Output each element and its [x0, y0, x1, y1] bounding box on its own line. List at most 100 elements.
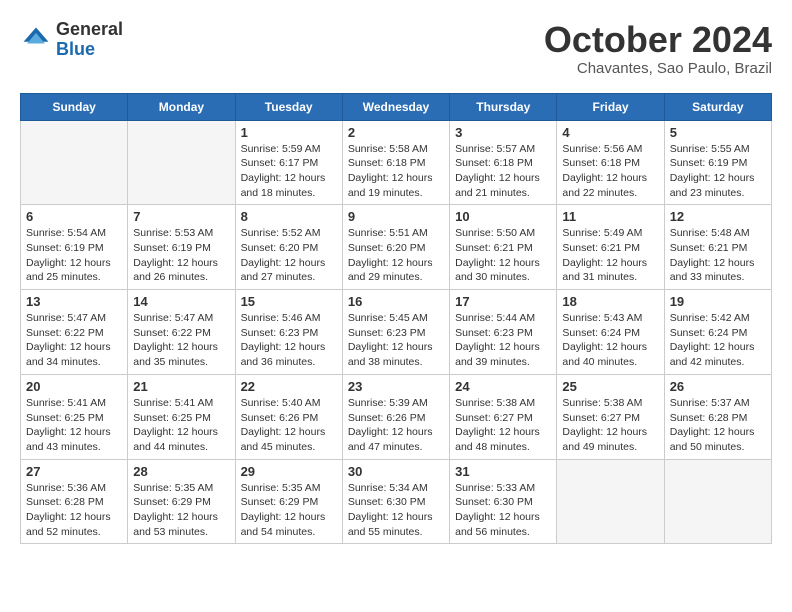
- location: Chavantes, Sao Paulo, Brazil: [544, 60, 772, 77]
- column-header-sunday: Sunday: [21, 93, 128, 120]
- day-info: Sunrise: 5:57 AM Sunset: 6:18 PM Dayligh…: [455, 142, 551, 201]
- day-info: Sunrise: 5:58 AM Sunset: 6:18 PM Dayligh…: [348, 142, 444, 201]
- day-cell: 2 Sunrise: 5:58 AM Sunset: 6:18 PM Daylig…: [342, 120, 449, 205]
- week-row-4: 20 Sunrise: 5:41 AM Sunset: 6:25 PM Dayli…: [21, 374, 772, 459]
- day-cell: 27 Sunrise: 5:36 AM Sunset: 6:28 PM Dayli…: [21, 459, 128, 544]
- day-info: Sunrise: 5:56 AM Sunset: 6:18 PM Dayligh…: [562, 142, 658, 201]
- day-cell: 8 Sunrise: 5:52 AM Sunset: 6:20 PM Daylig…: [235, 205, 342, 290]
- day-info: Sunrise: 5:54 AM Sunset: 6:19 PM Dayligh…: [26, 226, 122, 285]
- day-cell: 15Sunrise: 5:46 AM Sunset: 6:23 PM Dayli…: [235, 290, 342, 375]
- day-number: 27: [26, 464, 122, 479]
- column-header-thursday: Thursday: [450, 93, 557, 120]
- day-cell: 4 Sunrise: 5:56 AM Sunset: 6:18 PM Daylig…: [557, 120, 664, 205]
- column-header-saturday: Saturday: [664, 93, 771, 120]
- day-number: 22: [241, 379, 337, 394]
- day-info: Sunrise: 5:43 AM Sunset: 6:24 PM Dayligh…: [562, 311, 658, 370]
- day-number: 10: [455, 209, 551, 224]
- day-number: 20: [26, 379, 122, 394]
- day-cell: 22 Sunrise: 5:40 AM Sunset: 6:26 PM Dayli…: [235, 374, 342, 459]
- day-info: Sunrise: 5:41 AM Sunset: 6:25 PM Dayligh…: [133, 396, 229, 455]
- day-cell: 21 Sunrise: 5:41 AM Sunset: 6:25 PM Dayli…: [128, 374, 235, 459]
- day-cell: 3 Sunrise: 5:57 AM Sunset: 6:18 PM Daylig…: [450, 120, 557, 205]
- title-block: October 2024 Chavantes, Sao Paulo, Brazi…: [544, 20, 772, 77]
- day-cell: 31 Sunrise: 5:33 AM Sunset: 6:30 PM Dayli…: [450, 459, 557, 544]
- day-cell: 28Sunrise: 5:35 AM Sunset: 6:29 PM Dayli…: [128, 459, 235, 544]
- day-info: Sunrise: 5:45 AM Sunset: 6:23 PM Dayligh…: [348, 311, 444, 370]
- day-info: Sunrise: 5:50 AM Sunset: 6:21 PM Dayligh…: [455, 226, 551, 285]
- day-cell: 5 Sunrise: 5:55 AM Sunset: 6:19 PM Daylig…: [664, 120, 771, 205]
- day-info: Sunrise: 5:35 AM Sunset: 6:29 PM Dayligh…: [241, 481, 337, 540]
- logo-blue-text: Blue: [56, 40, 123, 60]
- day-cell: 7Sunrise: 5:53 AM Sunset: 6:19 PM Daylig…: [128, 205, 235, 290]
- week-row-1: 1 Sunrise: 5:59 AM Sunset: 6:17 PM Daylig…: [21, 120, 772, 205]
- day-number: 9: [348, 209, 444, 224]
- day-info: Sunrise: 5:38 AM Sunset: 6:27 PM Dayligh…: [455, 396, 551, 455]
- week-row-2: 6 Sunrise: 5:54 AM Sunset: 6:19 PM Daylig…: [21, 205, 772, 290]
- day-info: Sunrise: 5:46 AM Sunset: 6:23 PM Dayligh…: [241, 311, 337, 370]
- day-info: Sunrise: 5:55 AM Sunset: 6:19 PM Dayligh…: [670, 142, 766, 201]
- day-cell: [21, 120, 128, 205]
- day-cell: 29 Sunrise: 5:35 AM Sunset: 6:29 PM Dayli…: [235, 459, 342, 544]
- week-row-3: 13 Sunrise: 5:47 AM Sunset: 6:22 PM Dayli…: [21, 290, 772, 375]
- day-cell: 12 Sunrise: 5:48 AM Sunset: 6:21 PM Dayli…: [664, 205, 771, 290]
- column-header-wednesday: Wednesday: [342, 93, 449, 120]
- logo-general-text: General: [56, 20, 123, 40]
- day-cell: 9Sunrise: 5:51 AM Sunset: 6:20 PM Daylig…: [342, 205, 449, 290]
- day-number: 8: [241, 209, 337, 224]
- day-number: 21: [133, 379, 229, 394]
- day-number: 19: [670, 294, 766, 309]
- calendar-table: SundayMondayTuesdayWednesdayThursdayFrid…: [20, 93, 772, 545]
- day-number: 29: [241, 464, 337, 479]
- day-number: 3: [455, 125, 551, 140]
- day-number: 4: [562, 125, 658, 140]
- day-info: Sunrise: 5:40 AM Sunset: 6:26 PM Dayligh…: [241, 396, 337, 455]
- day-cell: 24Sunrise: 5:38 AM Sunset: 6:27 PM Dayli…: [450, 374, 557, 459]
- week-row-5: 27 Sunrise: 5:36 AM Sunset: 6:28 PM Dayli…: [21, 459, 772, 544]
- day-number: 2: [348, 125, 444, 140]
- day-info: Sunrise: 5:59 AM Sunset: 6:17 PM Dayligh…: [241, 142, 337, 201]
- day-number: 13: [26, 294, 122, 309]
- day-number: 12: [670, 209, 766, 224]
- day-info: Sunrise: 5:33 AM Sunset: 6:30 PM Dayligh…: [455, 481, 551, 540]
- day-cell: [557, 459, 664, 544]
- column-header-monday: Monday: [128, 93, 235, 120]
- day-info: Sunrise: 5:38 AM Sunset: 6:27 PM Dayligh…: [562, 396, 658, 455]
- day-number: 31: [455, 464, 551, 479]
- day-cell: 19 Sunrise: 5:42 AM Sunset: 6:24 PM Dayli…: [664, 290, 771, 375]
- day-info: Sunrise: 5:53 AM Sunset: 6:19 PM Dayligh…: [133, 226, 229, 285]
- day-cell: 18Sunrise: 5:43 AM Sunset: 6:24 PM Dayli…: [557, 290, 664, 375]
- day-number: 1: [241, 125, 337, 140]
- day-info: Sunrise: 5:39 AM Sunset: 6:26 PM Dayligh…: [348, 396, 444, 455]
- day-cell: 13 Sunrise: 5:47 AM Sunset: 6:22 PM Dayli…: [21, 290, 128, 375]
- day-info: Sunrise: 5:34 AM Sunset: 6:30 PM Dayligh…: [348, 481, 444, 540]
- day-number: 28: [133, 464, 229, 479]
- day-info: Sunrise: 5:47 AM Sunset: 6:22 PM Dayligh…: [26, 311, 122, 370]
- day-cell: [664, 459, 771, 544]
- day-cell: 1 Sunrise: 5:59 AM Sunset: 6:17 PM Daylig…: [235, 120, 342, 205]
- day-number: 11: [562, 209, 658, 224]
- day-cell: 23 Sunrise: 5:39 AM Sunset: 6:26 PM Dayli…: [342, 374, 449, 459]
- logo-icon: [20, 24, 52, 56]
- day-number: 5: [670, 125, 766, 140]
- day-number: 16: [348, 294, 444, 309]
- day-cell: 11 Sunrise: 5:49 AM Sunset: 6:21 PM Dayli…: [557, 205, 664, 290]
- day-number: 17: [455, 294, 551, 309]
- day-header-row: SundayMondayTuesdayWednesdayThursdayFrid…: [21, 93, 772, 120]
- day-cell: 26Sunrise: 5:37 AM Sunset: 6:28 PM Dayli…: [664, 374, 771, 459]
- day-cell: 17Sunrise: 5:44 AM Sunset: 6:23 PM Dayli…: [450, 290, 557, 375]
- day-number: 30: [348, 464, 444, 479]
- day-info: Sunrise: 5:41 AM Sunset: 6:25 PM Dayligh…: [26, 396, 122, 455]
- day-info: Sunrise: 5:49 AM Sunset: 6:21 PM Dayligh…: [562, 226, 658, 285]
- day-cell: 10 Sunrise: 5:50 AM Sunset: 6:21 PM Dayli…: [450, 205, 557, 290]
- day-number: 6: [26, 209, 122, 224]
- day-info: Sunrise: 5:42 AM Sunset: 6:24 PM Dayligh…: [670, 311, 766, 370]
- day-cell: 14Sunrise: 5:47 AM Sunset: 6:22 PM Dayli…: [128, 290, 235, 375]
- day-number: 25: [562, 379, 658, 394]
- day-number: 23: [348, 379, 444, 394]
- day-info: Sunrise: 5:48 AM Sunset: 6:21 PM Dayligh…: [670, 226, 766, 285]
- column-header-tuesday: Tuesday: [235, 93, 342, 120]
- logo: General Blue: [20, 20, 123, 60]
- day-info: Sunrise: 5:52 AM Sunset: 6:20 PM Dayligh…: [241, 226, 337, 285]
- day-cell: 25 Sunrise: 5:38 AM Sunset: 6:27 PM Dayli…: [557, 374, 664, 459]
- day-info: Sunrise: 5:36 AM Sunset: 6:28 PM Dayligh…: [26, 481, 122, 540]
